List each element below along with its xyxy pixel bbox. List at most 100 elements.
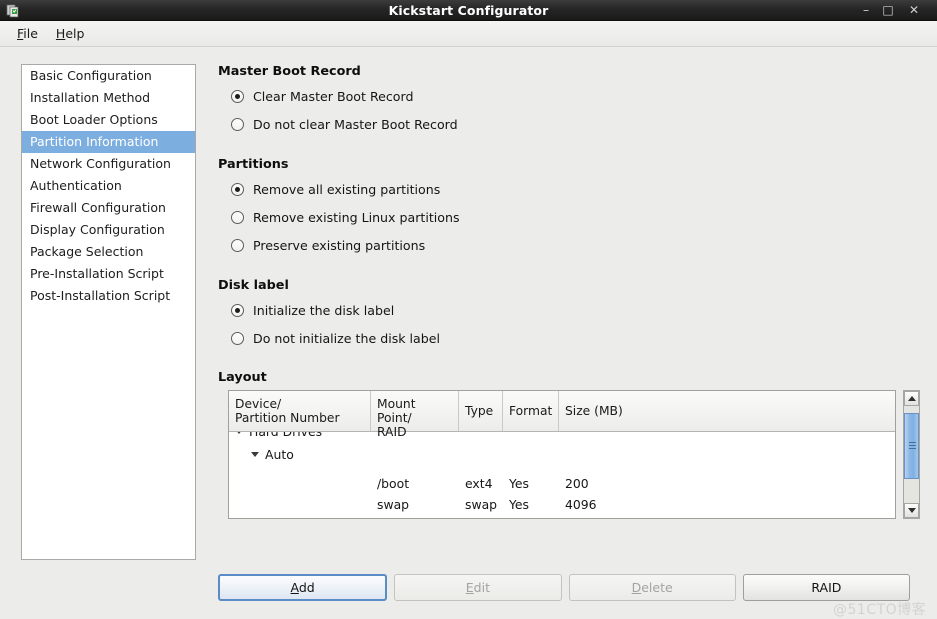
cell-mount-boot: /boot: [377, 476, 410, 491]
delete-button-rest: elete: [641, 580, 673, 595]
radio-initialize-disk-label-label: Initialize the disk label: [253, 302, 395, 318]
chevron-down-icon[interactable]: [251, 452, 259, 457]
section-layout: Layout Device/ Partition Number Mount Po…: [218, 370, 920, 519]
chevron-down-icon[interactable]: [235, 432, 243, 434]
edit-button[interactable]: Edit: [394, 574, 562, 601]
window-body: Basic Configuration Installation Method …: [0, 47, 937, 618]
scroll-down-arrow-icon: [907, 508, 916, 513]
radio-clear-mbr[interactable]: Clear Master Boot Record: [231, 85, 458, 107]
delete-button-mnemonic: D: [631, 580, 642, 595]
table-header-row: Device/ Partition Number Mount Point/ RA…: [229, 391, 895, 439]
radio-do-not-initialize-disk-label[interactable]: Do not initialize the disk label: [231, 327, 440, 349]
column-header-format[interactable]: Format: [503, 391, 559, 431]
cell-size-swap: 4096: [565, 497, 597, 512]
radio-do-not-initialize-disk-label-indicator[interactable]: [231, 331, 244, 345]
tree-cell-hard-drives[interactable]: Hard Drives: [235, 432, 377, 439]
add-button[interactable]: Add: [218, 574, 388, 601]
table-body: Hard Drives Auto /boot ext4: [229, 432, 895, 518]
section-disk-label: Disk label Initialize the disk label Do …: [218, 278, 440, 355]
menu-help-mnemonic: H: [55, 26, 66, 41]
table-row[interactable]: swap swap Yes 4096: [229, 494, 597, 515]
radio-remove-all-partitions-indicator[interactable]: [231, 182, 244, 196]
sidebar-item-basic-configuration[interactable]: Basic Configuration: [22, 65, 195, 87]
section-partitions: Partitions Remove all existing partition…: [218, 157, 460, 262]
radio-clear-mbr-label: Clear Master Boot Record: [253, 88, 414, 104]
radio-initialize-disk-label-indicator[interactable]: [231, 303, 244, 317]
action-button-row: Add Edit Delete RAID: [218, 574, 910, 601]
menu-bar: File Help: [0, 21, 937, 47]
radio-preserve-partitions-indicator[interactable]: [231, 238, 244, 252]
column-header-device[interactable]: Device/ Partition Number: [229, 391, 371, 431]
table-row[interactable]: /boot ext4 Yes 200: [229, 473, 589, 494]
layout-table[interactable]: Device/ Partition Number Mount Point/ RA…: [228, 390, 896, 519]
scroll-up-arrow-icon: [907, 396, 916, 401]
partitions-section-title: Partitions: [218, 157, 289, 172]
cell-type-boot: ext4: [465, 476, 493, 491]
sidebar-item-display-configuration[interactable]: Display Configuration: [22, 219, 195, 241]
column-header-type[interactable]: Type: [459, 391, 503, 431]
column-header-mount-line1: Mount Point/: [377, 397, 416, 425]
cell-device-hard-drives: Hard Drives: [249, 432, 322, 439]
tree-cell-auto[interactable]: Auto: [251, 447, 393, 462]
scroll-down-button[interactable]: [904, 503, 919, 518]
menu-item-file[interactable]: File: [8, 23, 47, 44]
delete-button[interactable]: Delete: [568, 574, 736, 601]
radio-remove-linux-partitions[interactable]: Remove existing Linux partitions: [231, 206, 460, 228]
maximize-button[interactable]: □: [877, 0, 899, 21]
radio-do-not-clear-mbr-indicator[interactable]: [231, 117, 244, 131]
cell-size-boot: 200: [565, 476, 589, 491]
radio-initialize-disk-label[interactable]: Initialize the disk label: [231, 299, 440, 321]
vertical-scrollbar[interactable]: [903, 390, 920, 519]
sidebar-item-authentication[interactable]: Authentication: [22, 175, 195, 197]
column-header-device-line1: Device/: [235, 397, 282, 411]
sidebar-item-installation-method[interactable]: Installation Method: [22, 87, 195, 109]
layout-section-title: Layout: [218, 370, 267, 385]
scroll-up-button[interactable]: [904, 391, 919, 406]
sidebar-item-post-installation-script[interactable]: Post-Installation Script: [22, 285, 195, 307]
radio-clear-mbr-indicator[interactable]: [231, 89, 244, 103]
cell-device-auto: Auto: [265, 447, 294, 462]
radio-do-not-clear-mbr[interactable]: Do not clear Master Boot Record: [231, 113, 458, 135]
sidebar-list[interactable]: Basic Configuration Installation Method …: [21, 64, 196, 560]
radio-remove-linux-partitions-indicator[interactable]: [231, 210, 244, 224]
edit-button-mnemonic: E: [465, 580, 474, 595]
sidebar-item-package-selection[interactable]: Package Selection: [22, 241, 195, 263]
table-row[interactable]: Hard Drives: [229, 432, 377, 442]
section-master-boot-record: Master Boot Record Clear Master Boot Rec…: [218, 64, 458, 141]
title-bar: Kickstart Configurator – □ ✕: [0, 0, 937, 21]
minimize-button[interactable]: –: [855, 0, 877, 21]
cell-format-swap: Yes: [509, 497, 530, 512]
radio-preserve-partitions[interactable]: Preserve existing partitions: [231, 234, 460, 256]
menu-file-rest: ile: [23, 26, 38, 41]
cell-mount-swap: swap: [377, 497, 410, 512]
radio-remove-linux-partitions-label: Remove existing Linux partitions: [253, 209, 460, 225]
table-row[interactable]: Auto: [229, 444, 393, 465]
mbr-section-title: Master Boot Record: [218, 64, 361, 79]
menu-item-help[interactable]: Help: [47, 23, 94, 44]
radio-do-not-initialize-disk-label-label: Do not initialize the disk label: [253, 330, 441, 346]
sidebar-item-network-configuration[interactable]: Network Configuration: [22, 153, 195, 175]
cell-type-swap: swap: [465, 497, 498, 512]
main-panel: Master Boot Record Clear Master Boot Rec…: [218, 64, 920, 564]
watermark: @51CTO博客: [833, 602, 927, 618]
raid-button[interactable]: RAID: [742, 574, 910, 601]
add-button-mnemonic: A: [290, 580, 299, 595]
sidebar-item-partition-information[interactable]: Partition Information: [22, 131, 195, 153]
sidebar-item-pre-installation-script[interactable]: Pre-Installation Script: [22, 263, 195, 285]
radio-do-not-clear-mbr-label: Do not clear Master Boot Record: [253, 116, 458, 132]
scrollbar-grip-icon: [909, 442, 916, 449]
column-header-size[interactable]: Size (MB): [559, 391, 895, 431]
sidebar-item-firewall-configuration[interactable]: Firewall Configuration: [22, 197, 195, 219]
add-button-rest: dd: [298, 580, 315, 595]
close-button[interactable]: ✕: [903, 0, 925, 21]
layout-table-wrapper: Device/ Partition Number Mount Point/ RA…: [228, 390, 920, 519]
cell-format-boot: Yes: [509, 476, 530, 491]
window-title: Kickstart Configurator: [388, 3, 549, 18]
scrollbar-thumb[interactable]: [904, 413, 919, 479]
column-header-device-line2: Partition Number: [235, 411, 340, 425]
sidebar-item-boot-loader-options[interactable]: Boot Loader Options: [22, 109, 195, 131]
column-header-mount-point[interactable]: Mount Point/ RAID: [371, 391, 459, 439]
radio-preserve-partitions-label: Preserve existing partitions: [253, 237, 426, 253]
radio-remove-all-partitions[interactable]: Remove all existing partitions: [231, 178, 460, 200]
disk-label-section-title: Disk label: [218, 278, 289, 293]
